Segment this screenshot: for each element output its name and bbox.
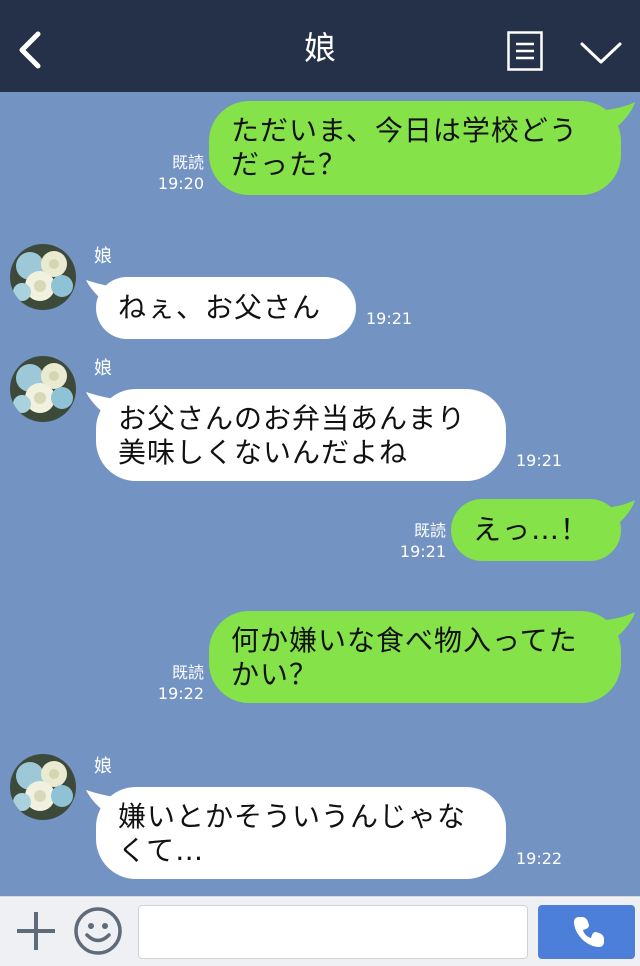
collapse-button[interactable] bbox=[578, 34, 624, 70]
chat-title: 娘 bbox=[303, 29, 336, 67]
sender-name: 娘 bbox=[94, 246, 112, 267]
message-time: 19:21 bbox=[516, 451, 563, 470]
message-bubble-incoming[interactable]: お父さんのお弁当あんまり 美味しくないんだよね bbox=[96, 389, 506, 481]
message-line: お父さんのお弁当あんまり bbox=[118, 402, 467, 435]
read-label: 既読 bbox=[171, 153, 204, 172]
message-time: 19:22 bbox=[516, 849, 563, 868]
call-button[interactable] bbox=[538, 905, 635, 959]
message-line: かい？ bbox=[231, 658, 319, 691]
plus-icon bbox=[17, 912, 55, 950]
smiley-icon bbox=[74, 907, 122, 955]
chat-header: 娘 bbox=[0, 0, 640, 92]
message-line: 何か嫌いな食べ物入ってた bbox=[231, 624, 578, 657]
chevron-left-icon bbox=[19, 31, 41, 69]
add-button[interactable] bbox=[14, 909, 58, 953]
flower-bouquet-icon bbox=[10, 754, 76, 820]
menu-button[interactable] bbox=[507, 31, 543, 71]
avatar[interactable] bbox=[10, 244, 76, 310]
message-bubble-outgoing[interactable]: 何か嫌いな食べ物入ってた かい？ bbox=[209, 611, 621, 703]
message-time: 19:20 bbox=[157, 174, 204, 193]
message-bubble-incoming[interactable]: ねぇ、お父さん bbox=[96, 277, 356, 339]
message-line: 美味しくないんだよね bbox=[118, 436, 409, 469]
avatar[interactable] bbox=[10, 356, 76, 422]
flower-bouquet-icon bbox=[10, 356, 76, 422]
message-time: 19:21 bbox=[399, 542, 446, 561]
read-label: 既読 bbox=[171, 663, 204, 682]
chat-area: 既読 19:20 ただいま、今日は学校どう だった？ 娘 ねぇ、お父さん 19:… bbox=[0, 92, 640, 896]
message-line: ねぇ、お父さん bbox=[118, 291, 322, 324]
message-time: 19:22 bbox=[157, 684, 204, 703]
message-bubble-outgoing[interactable]: ただいま、今日は学校どう だった？ bbox=[209, 101, 621, 195]
list-icon bbox=[507, 31, 543, 71]
flower-bouquet-icon bbox=[10, 244, 76, 310]
sender-name: 娘 bbox=[94, 756, 112, 777]
message-line: 嫌いとかそういうんじゃな bbox=[118, 800, 467, 833]
sender-name: 娘 bbox=[94, 358, 112, 379]
message-line: えっ…！ bbox=[473, 513, 590, 546]
message-input[interactable] bbox=[138, 905, 528, 959]
phone-icon bbox=[574, 917, 604, 947]
input-bar bbox=[0, 896, 640, 966]
message-bubble-outgoing[interactable]: えっ…！ bbox=[451, 499, 621, 561]
chevron-down-icon bbox=[580, 42, 622, 64]
message-meta: 既読 19:21 bbox=[390, 520, 446, 562]
sticker-button[interactable] bbox=[73, 906, 123, 956]
message-bubble-incoming[interactable]: 嫌いとかそういうんじゃな くて… bbox=[96, 787, 506, 879]
avatar[interactable] bbox=[10, 754, 76, 820]
back-button[interactable] bbox=[10, 26, 50, 74]
message-time: 19:21 bbox=[366, 309, 413, 328]
message-line: ただいま、今日は学校どう bbox=[231, 114, 578, 147]
message-meta: 既読 19:20 bbox=[150, 152, 204, 194]
message-line: くて… bbox=[118, 834, 205, 867]
message-line: だった？ bbox=[231, 148, 348, 181]
message-meta: 既読 19:22 bbox=[150, 662, 204, 704]
read-label: 既読 bbox=[413, 521, 446, 540]
